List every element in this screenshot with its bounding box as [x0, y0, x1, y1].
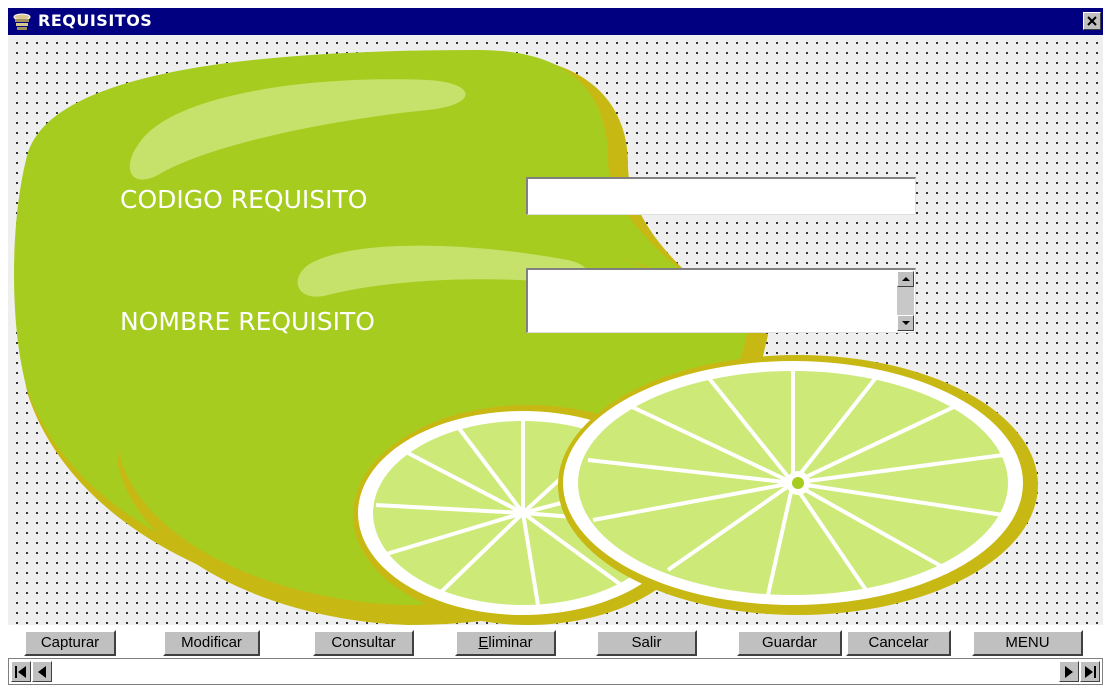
requisitos-window: REQUISITOS CODIGO REQUISITO NOMBRE REQUI… [0, 0, 1110, 694]
scroll-up-icon [902, 277, 910, 281]
nombre-requisito-label: NOMBRE REQUISITO [120, 307, 375, 336]
salir-button[interactable]: Salir [596, 630, 697, 656]
last-record-button[interactable] [1080, 661, 1100, 682]
codigo-requisito-field[interactable] [526, 177, 916, 215]
close-icon [1087, 16, 1097, 26]
next-record-icon [1065, 666, 1073, 678]
scroll-down-icon [902, 321, 910, 325]
close-button[interactable] [1083, 12, 1101, 30]
capturar-button[interactable]: Capturar [24, 630, 116, 656]
nombre-scrollbar[interactable] [897, 271, 914, 331]
eliminar-mnemonic: E [478, 634, 489, 651]
codigo-requisito-label: CODIGO REQUISITO [120, 185, 368, 214]
app-icon [12, 11, 32, 31]
first-record-button[interactable] [11, 661, 31, 682]
last-record-icon [1085, 666, 1096, 678]
window-title: REQUISITOS [38, 11, 153, 30]
scroll-down-button[interactable] [897, 315, 914, 331]
form-area: CODIGO REQUISITO NOMBRE REQUISITO [8, 35, 1103, 625]
guardar-button[interactable]: Guardar [737, 630, 842, 656]
title-bar: REQUISITOS [8, 8, 1103, 35]
previous-record-button[interactable] [32, 661, 52, 682]
eliminar-label: liminar [488, 634, 533, 651]
first-record-icon [15, 666, 26, 678]
consultar-button[interactable]: Consultar [313, 630, 414, 656]
previous-record-icon [38, 666, 46, 678]
modificar-button[interactable]: Modificar [163, 630, 260, 656]
nombre-requisito-field[interactable] [526, 268, 916, 333]
record-navigation-bar [8, 658, 1103, 685]
eliminar-button[interactable]: Eliminar [455, 630, 556, 656]
next-record-button[interactable] [1059, 661, 1079, 682]
menu-button[interactable]: MENU [972, 630, 1083, 656]
cancelar-button[interactable]: Cancelar [846, 630, 951, 656]
scroll-up-button[interactable] [897, 271, 914, 287]
